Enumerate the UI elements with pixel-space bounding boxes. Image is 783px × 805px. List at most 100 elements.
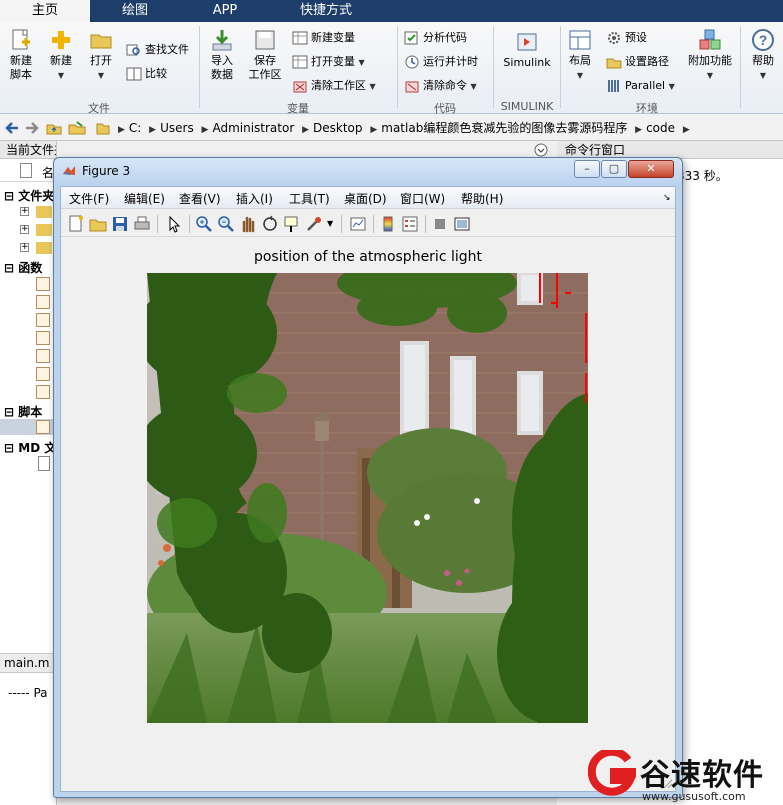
tab-apps[interactable]: APP <box>180 0 270 22</box>
expand-plus-icon[interactable]: + <box>20 225 29 234</box>
section-functions[interactable]: ⊟ 函数 <box>4 259 42 276</box>
folder-icon <box>96 123 110 135</box>
new-label: 新建 <box>50 54 72 67</box>
current-folder-header: 当前文件夹 <box>0 141 56 159</box>
group-label-code: 代码 <box>434 102 456 115</box>
preferences-button[interactable]: 预设 <box>606 28 647 48</box>
minimize-button[interactable]: – <box>574 160 600 178</box>
m-file-icon[interactable] <box>36 277 50 291</box>
menu-help[interactable]: 帮助(H) <box>461 190 503 207</box>
layout-icon <box>569 30 591 50</box>
new-figure-icon[interactable] <box>67 215 85 233</box>
brush-icon[interactable] <box>305 215 323 233</box>
cursor-arrow-icon[interactable] <box>165 215 183 233</box>
tab-plots[interactable]: 绘图 <box>90 0 180 22</box>
analyze-code-button[interactable]: 分析代码 <box>404 28 467 48</box>
open-file-icon[interactable] <box>89 215 107 233</box>
parallel-button[interactable]: Parallel ▼ <box>606 76 675 96</box>
back-arrow-icon[interactable] <box>4 120 20 136</box>
colorbar-icon[interactable] <box>379 215 397 233</box>
matlab-logo-icon <box>63 166 75 175</box>
rotate-3d-icon[interactable] <box>261 215 279 233</box>
menu-edit[interactable]: 编辑(E) <box>124 190 165 207</box>
figure-title-bar[interactable]: Figure 3 – ▢ ✕ <box>54 158 682 186</box>
clear-commands-button[interactable]: 清除命令 ▼ <box>404 76 477 96</box>
find-files-icon <box>126 44 140 56</box>
new-variable-button[interactable]: 新建变量 <box>292 28 355 48</box>
link-plot-icon[interactable] <box>349 215 367 233</box>
up-folder-icon[interactable] <box>46 120 62 136</box>
menu-tools[interactable]: 工具(T) <box>289 190 330 207</box>
menu-view[interactable]: 查看(V) <box>179 190 221 207</box>
show-plot-tools-icon[interactable] <box>453 215 471 233</box>
toolbar-separator <box>425 215 426 233</box>
clear-workspace-icon <box>293 81 307 93</box>
tab-home[interactable]: 主页 <box>0 0 90 22</box>
help-button[interactable]: ? 帮助 ▼ <box>746 28 780 83</box>
breadcrumb-item[interactable]: matlab编程颜色衰减先验的图像去雾源码程序 <box>381 121 627 135</box>
zoom-out-icon[interactable] <box>217 215 235 233</box>
set-path-button[interactable]: 设置路径 <box>606 52 669 72</box>
chevron-down-icon: ▼ <box>57 71 65 80</box>
minus-icon: ⊟ <box>4 441 15 455</box>
open-folder-icon <box>90 34 112 49</box>
maximize-button[interactable]: ▢ <box>601 160 627 178</box>
m-file-icon[interactable] <box>36 349 50 363</box>
m-file-icon[interactable] <box>36 367 50 381</box>
breadcrumb-item[interactable]: C: <box>129 121 141 135</box>
breadcrumb-separator-icon: ▶ <box>370 125 378 135</box>
menu-file[interactable]: 文件(F) <box>69 190 109 207</box>
chevron-down-icon[interactable]: ▼ <box>327 219 333 228</box>
save-icon[interactable] <box>111 215 129 233</box>
zoom-in-icon[interactable] <box>195 215 213 233</box>
hide-plot-tools-icon[interactable] <box>431 215 449 233</box>
section-folders[interactable]: ⊟ 文件夹 <box>4 187 54 204</box>
ribbon-separator <box>740 26 741 108</box>
section-md-files[interactable]: ⊟ MD 文 <box>4 439 56 456</box>
simulink-button[interactable]: Simulink <box>498 30 556 70</box>
legend-icon[interactable] <box>401 215 419 233</box>
addons-button[interactable]: 附加功能 ▼ <box>686 28 734 83</box>
m-file-icon[interactable] <box>36 420 50 434</box>
close-button[interactable]: ✕ <box>628 160 674 178</box>
chevron-down-icon: ▼ <box>97 71 105 80</box>
breadcrumb-separator-icon: ▶ <box>149 125 157 135</box>
breadcrumb-item[interactable]: code <box>646 121 675 135</box>
open-variable-button[interactable]: 打开变量 ▼ <box>292 52 365 72</box>
print-icon[interactable] <box>133 215 151 233</box>
new-script-button[interactable]: 新建 脚本 <box>4 28 38 82</box>
menu-window[interactable]: 窗口(W) <box>400 190 445 207</box>
run-and-time-button[interactable]: 运行并计时 <box>404 52 478 72</box>
compare-button[interactable]: 比较 <box>126 64 167 84</box>
tab-shortcuts[interactable]: 快捷方式 <box>270 0 382 22</box>
menu-insert[interactable]: 插入(I) <box>236 190 273 207</box>
run-and-time-icon <box>405 55 419 69</box>
breadcrumb-item[interactable]: Users <box>160 121 194 135</box>
pan-hand-icon[interactable] <box>239 215 257 233</box>
open-button[interactable]: 打开 ▼ <box>84 28 118 83</box>
dock-arrow-icon[interactable]: ↘ <box>663 193 671 203</box>
m-file-icon[interactable] <box>36 331 50 345</box>
save-workspace-button[interactable]: 保存 工作区 <box>244 28 286 82</box>
file-icon[interactable] <box>38 456 50 471</box>
data-cursor-icon[interactable] <box>283 215 301 233</box>
clear-workspace-button[interactable]: 清除工作区 ▼ <box>292 76 376 96</box>
m-file-icon[interactable] <box>36 385 50 399</box>
set-path-label: 设置路径 <box>625 55 669 68</box>
browse-folder-icon[interactable] <box>68 120 86 136</box>
forward-arrow-icon[interactable] <box>24 120 40 136</box>
menu-desktop[interactable]: 桌面(D) <box>344 190 387 207</box>
section-scripts[interactable]: ⊟ 脚本 <box>4 403 42 420</box>
new-button[interactable]: 新建 ▼ <box>44 28 78 83</box>
breadcrumb-item[interactable]: Administrator <box>212 121 294 135</box>
clear-commands-icon <box>405 81 419 93</box>
m-file-icon[interactable] <box>36 313 50 327</box>
layout-button[interactable]: 布局 ▼ <box>564 28 596 83</box>
m-file-icon[interactable] <box>36 295 50 309</box>
import-data-button[interactable]: 导入 数据 <box>204 28 240 82</box>
find-files-button[interactable]: 查找文件 <box>126 40 189 60</box>
expand-plus-icon[interactable]: + <box>20 207 29 216</box>
breadcrumb-item[interactable]: Desktop <box>313 121 363 135</box>
panel-menu-icon[interactable] <box>534 143 548 157</box>
expand-plus-icon[interactable]: + <box>20 243 29 252</box>
